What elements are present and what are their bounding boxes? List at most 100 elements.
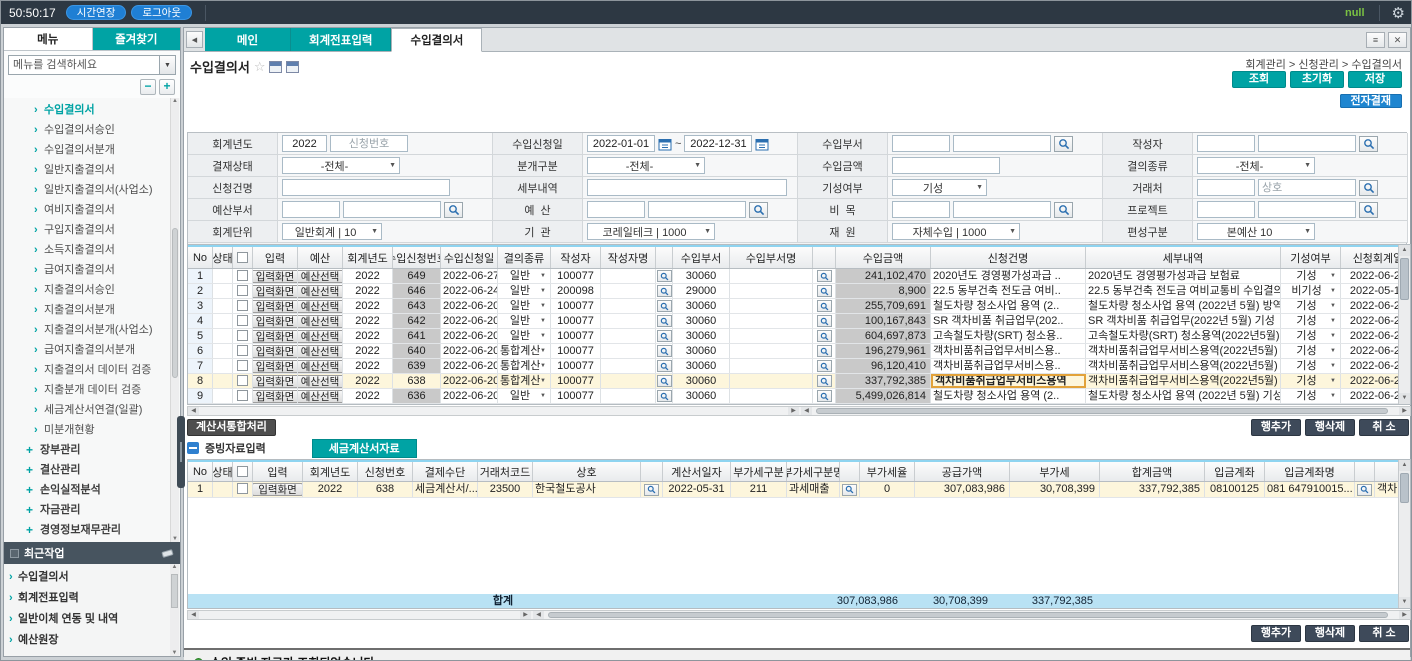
- menu-tree-item[interactable]: 지출결의서승인: [4, 280, 180, 300]
- budget-dept-code-input[interactable]: [282, 201, 340, 218]
- menu-tree-item[interactable]: 장부관리: [4, 440, 180, 460]
- menu-tree-item[interactable]: 결산관리: [4, 460, 180, 480]
- menu-tree-item[interactable]: 급여지출결의서분개: [4, 340, 180, 360]
- menu-tree-item[interactable]: 자금관리: [4, 500, 180, 520]
- add-row-button[interactable]: 행추가: [1251, 419, 1301, 436]
- input-screen-button[interactable]: 입력화면: [253, 390, 298, 403]
- recent-work-item[interactable]: 일반이체 연동 및 내역: [4, 609, 180, 630]
- cancel-button[interactable]: 취 소: [1359, 419, 1409, 436]
- row-checkbox[interactable]: [237, 390, 248, 401]
- popup-window-icon[interactable]: [269, 61, 282, 73]
- fund-source-select[interactable]: 자체수입 | 1000▼: [892, 223, 1020, 240]
- cell-gisung-select[interactable]: 기성▼: [1281, 269, 1341, 283]
- tab-list-icon[interactable]: ≡: [1366, 32, 1385, 48]
- date-from-input[interactable]: [587, 135, 655, 152]
- scroll-down-icon[interactable]: ▼: [1399, 597, 1410, 608]
- select-all-checkbox[interactable]: [237, 466, 248, 477]
- row-checkbox[interactable]: [237, 360, 248, 371]
- menu-tree-item[interactable]: 수입결의서분개: [4, 140, 180, 160]
- sidebar-splitter-handle[interactable]: [177, 416, 185, 488]
- collapse-all-button[interactable]: −: [140, 79, 156, 95]
- budget-select-button[interactable]: 예산선택: [298, 330, 343, 343]
- scroll-right-icon[interactable]: ▶: [520, 611, 531, 619]
- row-checkbox[interactable]: [237, 483, 248, 494]
- add-row-button[interactable]: 행추가: [1251, 625, 1301, 642]
- menu-tree-item[interactable]: 소득지출결의서: [4, 240, 180, 260]
- search-icon[interactable]: [817, 330, 832, 342]
- menu-tree-item[interactable]: 세금계산서연결(일괄): [4, 400, 180, 420]
- reset-button[interactable]: 초기화: [1290, 71, 1344, 88]
- request-no-input[interactable]: [330, 135, 408, 152]
- menu-tree-item[interactable]: 지출분개 데이터 검증: [4, 380, 180, 400]
- project-name-input[interactable]: [1258, 201, 1356, 218]
- row-checkbox[interactable]: [237, 330, 248, 341]
- favorite-star-icon[interactable]: ☆: [254, 59, 266, 75]
- search-icon[interactable]: [1359, 180, 1378, 196]
- recent-work-item[interactable]: 예산원장: [4, 630, 180, 651]
- search-icon[interactable]: [657, 300, 672, 312]
- document-tab[interactable]: 수입결의서: [391, 28, 482, 52]
- cancel-button[interactable]: 취 소: [1359, 625, 1409, 642]
- document-tab[interactable]: 회계전표입력: [291, 28, 391, 51]
- vscrollbar-thumb[interactable]: [1400, 258, 1409, 300]
- input-screen-button[interactable]: 입력화면: [253, 300, 298, 313]
- project-code-input[interactable]: [1197, 201, 1255, 218]
- row-checkbox[interactable]: [237, 315, 248, 326]
- search-icon[interactable]: [657, 285, 672, 297]
- cell-type-select[interactable]: 통합계산서▼: [498, 344, 551, 358]
- input-screen-button[interactable]: 입력화면: [253, 330, 298, 343]
- menu-tree-item[interactable]: 일반지출결의서(사업소): [4, 180, 180, 200]
- menu-tree-item[interactable]: 미분개현황: [4, 420, 180, 440]
- cell-type-select[interactable]: 통합계산서▼: [498, 359, 551, 373]
- vscrollbar-thumb[interactable]: [1400, 473, 1409, 503]
- menu-tree-item[interactable]: 경영정보재무관리: [4, 520, 180, 540]
- cell-gisung-select[interactable]: 기성▼: [1281, 329, 1341, 343]
- row-checkbox[interactable]: [237, 375, 248, 386]
- cell-gisung-select[interactable]: 기성▼: [1281, 299, 1341, 313]
- input-screen-button[interactable]: 입력화면: [253, 270, 298, 283]
- cell-type-select[interactable]: 통합계산서▼: [498, 374, 551, 388]
- search-icon[interactable]: [1054, 136, 1073, 152]
- scroll-left-icon[interactable]: ◀: [533, 611, 544, 619]
- search-icon[interactable]: [817, 375, 832, 387]
- acct-unit-select[interactable]: 일반회계 | 10▼: [282, 223, 382, 240]
- budget-name-input[interactable]: [648, 201, 746, 218]
- org-select[interactable]: 코레일테크 | 1000▼: [587, 223, 715, 240]
- search-icon[interactable]: [817, 315, 832, 327]
- electronic-approval-button[interactable]: 전자결재: [1340, 94, 1402, 108]
- cell-type-select[interactable]: 일반▼: [498, 284, 551, 298]
- income-amount-input[interactable]: [892, 157, 1000, 174]
- input-screen-button[interactable]: 입력화면: [253, 360, 298, 373]
- logout-button[interactable]: 로그아웃: [131, 5, 192, 20]
- row-checkbox[interactable]: [237, 270, 248, 281]
- income-dept-code-input[interactable]: [892, 135, 950, 152]
- income-table-hscrollbar[interactable]: ◀ ▶ ◀ ▶: [187, 406, 1411, 416]
- search-icon[interactable]: [1359, 136, 1378, 152]
- budget-select-button[interactable]: 예산선택: [298, 345, 343, 358]
- calendar-icon[interactable]: [658, 137, 672, 151]
- menu-tree-item[interactable]: 지출결의서분개(사업소): [4, 320, 180, 340]
- scroll-left-icon[interactable]: ◀: [801, 407, 812, 415]
- menu-tree-item[interactable]: 일반지출결의서: [4, 160, 180, 180]
- menu-search-input[interactable]: [8, 55, 160, 75]
- recent-work-item[interactable]: 수입결의서: [4, 567, 180, 588]
- search-icon[interactable]: [657, 345, 672, 357]
- cell-gisung-select[interactable]: 기성▼: [1281, 359, 1341, 373]
- search-icon[interactable]: [749, 202, 768, 218]
- budget-select-button[interactable]: 예산선택: [298, 285, 343, 298]
- menu-tree-item[interactable]: 구입지출결의서: [4, 220, 180, 240]
- clear-recent-icon[interactable]: [161, 548, 174, 559]
- tax-invoice-tab[interactable]: 세금계산서자료: [312, 439, 417, 458]
- income-dept-name-input[interactable]: [953, 135, 1051, 152]
- detail-desc-input[interactable]: [587, 179, 787, 196]
- budget-select-button[interactable]: 예산선택: [298, 315, 343, 328]
- search-icon[interactable]: [817, 390, 832, 402]
- hscrollbar-thumb[interactable]: [548, 612, 1388, 618]
- scroll-up-icon[interactable]: ▲: [1399, 460, 1410, 471]
- cell-gisung-select[interactable]: 비기성▼: [1281, 284, 1341, 298]
- document-tab[interactable]: 메인: [205, 28, 291, 51]
- menu-tree-item[interactable]: 지출결의서분개: [4, 300, 180, 320]
- writer-name-input[interactable]: [1258, 135, 1356, 152]
- menu-tree-item[interactable]: 부가세자료관리: [4, 540, 180, 542]
- tax-table-hscrollbar[interactable]: ◀ ▶ ◀ ▶: [187, 610, 1411, 620]
